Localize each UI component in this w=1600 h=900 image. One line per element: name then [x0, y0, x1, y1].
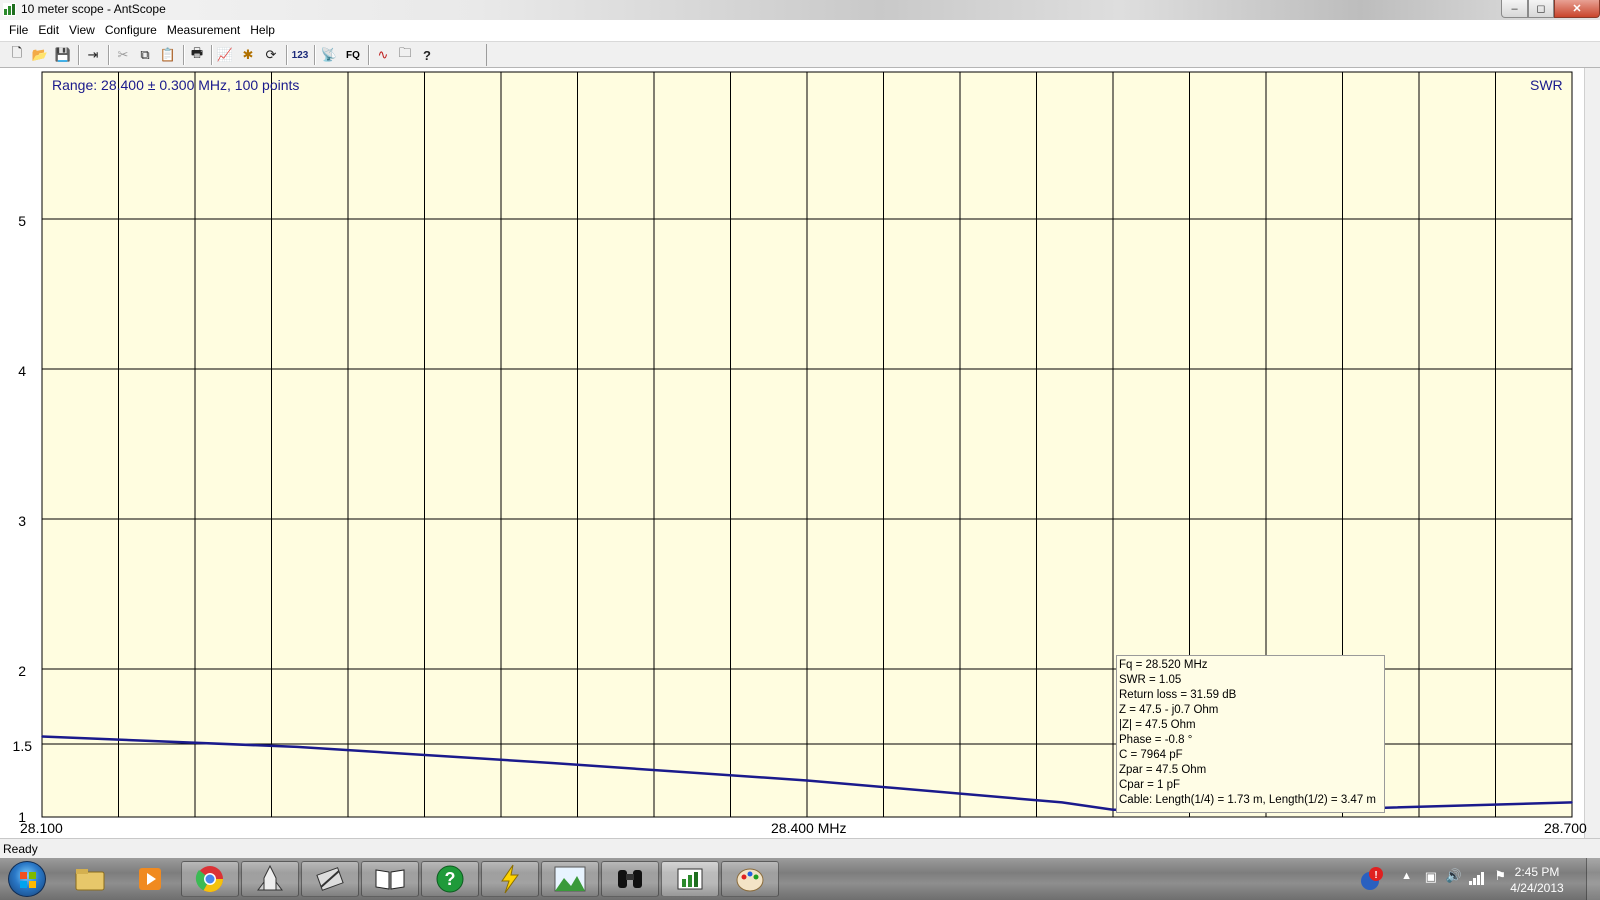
- cut-icon[interactable]: ✂: [112, 44, 134, 66]
- toolbar-separator: [314, 45, 316, 65]
- fq-icon[interactable]: FQ: [342, 44, 364, 66]
- readout-impedance-magnitude: |Z| = 47.5 Ohm: [1119, 719, 1196, 731]
- refresh-icon[interactable]: ⟳: [260, 44, 282, 66]
- clock-time: 2:45 PM: [1514, 865, 1560, 879]
- readout-zpar: Zpar = 47.5 Ohm: [1119, 764, 1207, 776]
- export-icon[interactable]: ⇥: [82, 44, 104, 66]
- toolbar-separator: [368, 45, 370, 65]
- folder-list-icon[interactable]: 🗀: [394, 44, 416, 66]
- readout-swr: SWR = 1.05: [1119, 674, 1182, 686]
- readout-frequency: Fq = 28.520 MHz: [1119, 659, 1208, 671]
- antscope-taskbar-icon[interactable]: [661, 861, 719, 897]
- copy-icon[interactable]: ⧉: [134, 44, 156, 66]
- book-taskbar-icon[interactable]: [361, 861, 419, 897]
- y-tick-label: 5: [18, 213, 26, 229]
- star-icon[interactable]: ✱: [237, 44, 259, 66]
- tray-device-icon[interactable]: ▣: [1425, 869, 1437, 885]
- marker-readout: Fq = 28.520 MHz SWR = 1.05 Return loss =…: [1116, 655, 1385, 813]
- menu-edit[interactable]: Edit: [33, 21, 64, 40]
- readout-impedance: Z = 47.5 - j0.7 Ohm: [1119, 704, 1219, 716]
- vertical-scrollbar[interactable]: [1584, 68, 1600, 838]
- swr-data-point: [296, 746, 298, 748]
- antscope-app-icon: [3, 3, 16, 16]
- swr-data-point: [1571, 801, 1573, 804]
- readout-phase: Phase = -0.8 °: [1119, 734, 1193, 746]
- toolbar: 🗋 📂 💾 ⇥ ✂ ⧉ 📋 🖶 📈 ✱ ⟳ 123 📡 FQ ∿ 🗀 ?: [0, 41, 1600, 68]
- toolbar-end: [486, 44, 487, 66]
- toolbar-separator: [211, 45, 213, 65]
- menu-file[interactable]: File: [4, 21, 33, 40]
- title-bar: 10 meter scope - AntScope – ◻ ✕: [0, 0, 1600, 20]
- close-button[interactable]: ✕: [1554, 0, 1600, 18]
- tray-expand-icon[interactable]: ▲: [1401, 870, 1412, 882]
- swr-data-point: [551, 762, 553, 764]
- toolbar-separator: [78, 45, 80, 65]
- menu-help[interactable]: Help: [245, 21, 280, 40]
- binoculars-taskbar-icon[interactable]: [601, 861, 659, 897]
- explorer-taskbar-icon[interactable]: [61, 861, 119, 897]
- update-warning-icon[interactable]: !: [1359, 866, 1385, 892]
- media-player-taskbar-icon[interactable]: [121, 861, 179, 897]
- x-tick-label-center: 28.400 MHz: [771, 820, 847, 836]
- taskbar-clock[interactable]: 2:45 PM 4/24/2013: [1502, 864, 1572, 896]
- windows-taskbar: ? ! ▲ ▣ 🔊 ⚑ 2:45 PM 4/24/2013: [0, 858, 1600, 900]
- windows-logo-icon: [20, 872, 36, 888]
- y-tick-label: 3: [18, 513, 26, 529]
- paste-icon[interactable]: 📋: [157, 44, 179, 66]
- readout-cpar: Cpar = 1 pF: [1119, 779, 1181, 791]
- paint-taskbar-icon[interactable]: [721, 861, 779, 897]
- help-icon[interactable]: ?: [416, 44, 438, 66]
- readout-cable-length: Cable: Length(1/4) = 1.73 m, Length(1/2)…: [1119, 794, 1376, 806]
- graph-icon[interactable]: 📈: [214, 44, 236, 66]
- number-icon[interactable]: 123: [289, 44, 311, 66]
- show-desktop-button[interactable]: [1586, 858, 1600, 900]
- status-bar: Ready: [0, 838, 1600, 858]
- lightning-taskbar-icon[interactable]: [481, 861, 539, 897]
- readout-capacitance: C = 7964 pF: [1119, 749, 1183, 761]
- antscope-window: 10 meter scope - AntScope – ◻ ✕ File Edi…: [0, 0, 1600, 900]
- status-text: Ready: [3, 842, 38, 856]
- toolbar-separator: [286, 45, 288, 65]
- parameter-label: SWR: [1530, 77, 1563, 93]
- toolbar-separator: [183, 45, 185, 65]
- tools-taskbar-icon[interactable]: [301, 861, 359, 897]
- chrome-taskbar-icon[interactable]: [181, 861, 239, 897]
- window-title: 10 meter scope - AntScope: [21, 2, 166, 16]
- new-file-icon[interactable]: 🗋: [6, 44, 28, 66]
- swr-data-point: [1112, 808, 1114, 811]
- menu-measurement[interactable]: Measurement: [162, 21, 245, 40]
- network-signal-icon[interactable]: [1469, 871, 1485, 885]
- clock-date: 4/24/2013: [1510, 881, 1564, 895]
- volume-icon[interactable]: 🔊: [1446, 868, 1462, 884]
- y-tick-label: 2: [18, 663, 26, 679]
- landscape-taskbar-icon[interactable]: [541, 861, 599, 897]
- toolbar-separator: [108, 45, 110, 65]
- save-icon[interactable]: 💾: [52, 44, 74, 66]
- open-folder-icon[interactable]: 📂: [29, 44, 51, 66]
- antenna-icon[interactable]: 📡: [318, 44, 340, 66]
- menu-view[interactable]: View: [64, 21, 100, 40]
- y-tick-label: 1.5: [12, 738, 32, 754]
- print-icon[interactable]: 🖶: [186, 44, 208, 66]
- start-button[interactable]: [8, 861, 46, 897]
- readout-return-loss: Return loss = 31.59 dB: [1119, 689, 1237, 701]
- svg-text:!: !: [1374, 870, 1377, 881]
- shuttle-taskbar-icon[interactable]: [241, 861, 299, 897]
- help-taskbar-icon[interactable]: ?: [421, 861, 479, 897]
- x-tick-label-right: 28.700: [1544, 820, 1587, 836]
- menu-bar: File Edit View Configure Measurement Hel…: [0, 20, 1600, 41]
- wave-icon[interactable]: ∿: [372, 44, 394, 66]
- x-tick-label-left: 28.100: [20, 820, 63, 836]
- minimize-button[interactable]: –: [1501, 0, 1528, 18]
- menu-configure[interactable]: Configure: [100, 21, 162, 40]
- maximize-button[interactable]: ◻: [1528, 0, 1554, 18]
- svg-text:?: ?: [445, 869, 456, 889]
- y-tick-label: 4: [18, 363, 26, 379]
- swr-data-point: [806, 779, 808, 782]
- range-label: Range: 28.400 ± 0.300 MHz, 100 points: [52, 77, 300, 93]
- swr-data-point: [1061, 801, 1063, 804]
- window-controls: – ◻ ✕: [1501, 0, 1600, 18]
- swr-data-point: [41, 735, 43, 738]
